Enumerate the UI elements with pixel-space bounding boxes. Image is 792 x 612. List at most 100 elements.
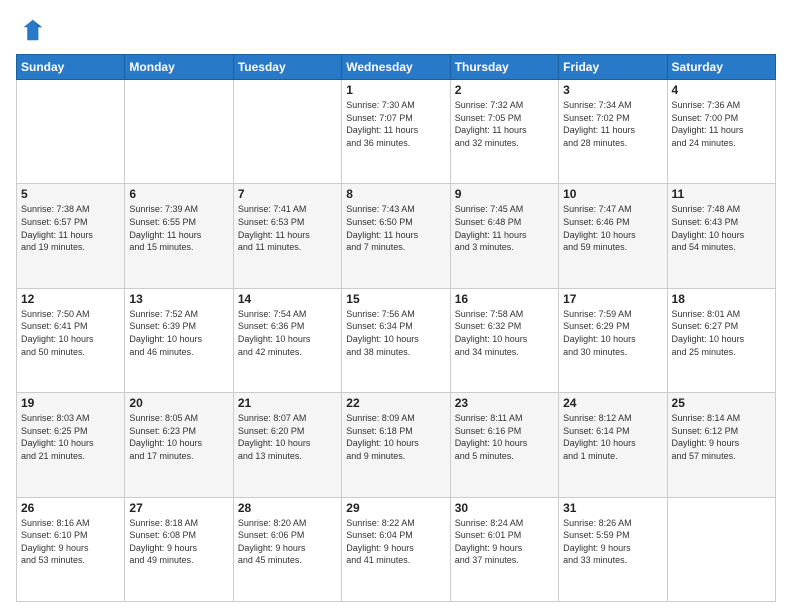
day-number: 31: [563, 501, 662, 515]
day-number: 30: [455, 501, 554, 515]
day-number: 14: [238, 292, 337, 306]
calendar-day-cell: 7Sunrise: 7:41 AM Sunset: 6:53 PM Daylig…: [233, 184, 341, 288]
calendar-day-cell: 23 Sunrise: 8:11 AM Sunset: 6:16 PM Dayli…: [450, 393, 558, 497]
day-info: Sunrise: 8:14 AM Sunset: 6:12 PM Dayligh…: [672, 412, 771, 462]
weekday-header-saturday: Saturday: [667, 55, 775, 80]
calendar-day-cell: 30 Sunrise: 8:24 AM Sunset: 6:01 PM Dayli…: [450, 497, 558, 601]
day-info: Sunrise: 7:36 AM Sunset: 7:00 PM Dayligh…: [672, 99, 771, 149]
calendar-day-cell: 24 Sunrise: 8:12 AM Sunset: 6:14 PM Dayli…: [559, 393, 667, 497]
day-number: 6: [129, 187, 228, 201]
day-info: Sunrise: 8:26 AM Sunset: 5:59 PM Dayligh…: [563, 517, 662, 567]
calendar-day-cell: 12Sunrise: 7:50 AM Sunset: 6:41 PM Dayli…: [17, 288, 125, 392]
weekday-header-wednesday: Wednesday: [342, 55, 450, 80]
calendar-day-cell: 6 Sunrise: 7:39 AM Sunset: 6:55 PM Daylig…: [125, 184, 233, 288]
page-header: [16, 16, 776, 44]
day-info: Sunrise: 7:43 AM Sunset: 6:50 PM Dayligh…: [346, 203, 445, 253]
day-number: 10: [563, 187, 662, 201]
weekday-header-friday: Friday: [559, 55, 667, 80]
calendar-day-cell: 5Sunrise: 7:38 AM Sunset: 6:57 PM Daylig…: [17, 184, 125, 288]
day-number: 11: [672, 187, 771, 201]
empty-cell: [17, 80, 125, 184]
day-info: Sunrise: 8:18 AM Sunset: 6:08 PM Dayligh…: [129, 517, 228, 567]
calendar-day-cell: 26 Sunrise: 8:16 AM Sunset: 6:10 PM Dayli…: [17, 497, 125, 601]
calendar-day-cell: 3 Sunrise: 7:34 AM Sunset: 7:02 PM Daylig…: [559, 80, 667, 184]
calendar-day-cell: 17 Sunrise: 7:59 AM Sunset: 6:29 PM Dayli…: [559, 288, 667, 392]
day-number: 9: [455, 187, 554, 201]
calendar-day-cell: 13 Sunrise: 7:52 AM Sunset: 6:39 PM Dayli…: [125, 288, 233, 392]
day-info: Sunrise: 7:34 AM Sunset: 7:02 PM Dayligh…: [563, 99, 662, 149]
day-number: 29: [346, 501, 445, 515]
day-number: 22: [346, 396, 445, 410]
empty-cell: [667, 497, 775, 601]
logo: [16, 16, 48, 44]
day-number: 13: [129, 292, 228, 306]
calendar-header-row: SundayMondayTuesdayWednesdayThursdayFrid…: [17, 55, 776, 80]
day-info: Sunrise: 7:47 AM Sunset: 6:46 PM Dayligh…: [563, 203, 662, 253]
weekday-header-sunday: Sunday: [17, 55, 125, 80]
calendar-day-cell: 22 Sunrise: 8:09 AM Sunset: 6:18 PM Dayli…: [342, 393, 450, 497]
day-number: 2: [455, 83, 554, 97]
calendar-day-cell: 14 Sunrise: 7:54 AM Sunset: 6:36 PM Dayli…: [233, 288, 341, 392]
calendar-day-cell: 8 Sunrise: 7:43 AM Sunset: 6:50 PM Daylig…: [342, 184, 450, 288]
day-number: 28: [238, 501, 337, 515]
calendar-week-row: 19Sunrise: 8:03 AM Sunset: 6:25 PM Dayli…: [17, 393, 776, 497]
day-number: 1: [346, 83, 445, 97]
day-info: Sunrise: 7:32 AM Sunset: 7:05 PM Dayligh…: [455, 99, 554, 149]
day-info: Sunrise: 7:38 AM Sunset: 6:57 PM Dayligh…: [21, 203, 120, 253]
calendar-week-row: 12Sunrise: 7:50 AM Sunset: 6:41 PM Dayli…: [17, 288, 776, 392]
calendar-day-cell: 25 Sunrise: 8:14 AM Sunset: 6:12 PM Dayli…: [667, 393, 775, 497]
day-number: 25: [672, 396, 771, 410]
day-info: Sunrise: 7:58 AM Sunset: 6:32 PM Dayligh…: [455, 308, 554, 358]
calendar-day-cell: 20Sunrise: 8:05 AM Sunset: 6:23 PM Dayli…: [125, 393, 233, 497]
weekday-header-monday: Monday: [125, 55, 233, 80]
calendar-day-cell: 4 Sunrise: 7:36 AM Sunset: 7:00 PM Daylig…: [667, 80, 775, 184]
calendar-day-cell: 27 Sunrise: 8:18 AM Sunset: 6:08 PM Dayli…: [125, 497, 233, 601]
calendar-day-cell: 28 Sunrise: 8:20 AM Sunset: 6:06 PM Dayli…: [233, 497, 341, 601]
day-number: 15: [346, 292, 445, 306]
day-info: Sunrise: 7:41 AM Sunset: 6:53 PM Dayligh…: [238, 203, 337, 253]
logo-icon: [16, 16, 44, 44]
day-number: 4: [672, 83, 771, 97]
day-info: Sunrise: 8:24 AM Sunset: 6:01 PM Dayligh…: [455, 517, 554, 567]
calendar-table: SundayMondayTuesdayWednesdayThursdayFrid…: [16, 54, 776, 602]
day-info: Sunrise: 8:22 AM Sunset: 6:04 PM Dayligh…: [346, 517, 445, 567]
calendar-week-row: 5Sunrise: 7:38 AM Sunset: 6:57 PM Daylig…: [17, 184, 776, 288]
day-info: Sunrise: 7:56 AM Sunset: 6:34 PM Dayligh…: [346, 308, 445, 358]
day-number: 3: [563, 83, 662, 97]
day-info: Sunrise: 7:59 AM Sunset: 6:29 PM Dayligh…: [563, 308, 662, 358]
day-info: Sunrise: 8:20 AM Sunset: 6:06 PM Dayligh…: [238, 517, 337, 567]
day-info: Sunrise: 7:39 AM Sunset: 6:55 PM Dayligh…: [129, 203, 228, 253]
day-info: Sunrise: 7:54 AM Sunset: 6:36 PM Dayligh…: [238, 308, 337, 358]
calendar-week-row: 26 Sunrise: 8:16 AM Sunset: 6:10 PM Dayli…: [17, 497, 776, 601]
day-info: Sunrise: 8:05 AM Sunset: 6:23 PM Dayligh…: [129, 412, 228, 462]
day-info: Sunrise: 7:52 AM Sunset: 6:39 PM Dayligh…: [129, 308, 228, 358]
day-info: Sunrise: 8:16 AM Sunset: 6:10 PM Dayligh…: [21, 517, 120, 567]
weekday-header-thursday: Thursday: [450, 55, 558, 80]
day-number: 8: [346, 187, 445, 201]
day-number: 17: [563, 292, 662, 306]
calendar-day-cell: 21 Sunrise: 8:07 AM Sunset: 6:20 PM Dayli…: [233, 393, 341, 497]
day-number: 27: [129, 501, 228, 515]
day-info: Sunrise: 8:03 AM Sunset: 6:25 PM Dayligh…: [21, 412, 120, 462]
calendar-week-row: 1Sunrise: 7:30 AM Sunset: 7:07 PM Daylig…: [17, 80, 776, 184]
day-number: 21: [238, 396, 337, 410]
day-info: Sunrise: 8:11 AM Sunset: 6:16 PM Dayligh…: [455, 412, 554, 462]
day-number: 18: [672, 292, 771, 306]
day-info: Sunrise: 8:09 AM Sunset: 6:18 PM Dayligh…: [346, 412, 445, 462]
calendar-day-cell: 16 Sunrise: 7:58 AM Sunset: 6:32 PM Dayli…: [450, 288, 558, 392]
calendar-day-cell: 9 Sunrise: 7:45 AM Sunset: 6:48 PM Daylig…: [450, 184, 558, 288]
day-number: 16: [455, 292, 554, 306]
day-info: Sunrise: 8:01 AM Sunset: 6:27 PM Dayligh…: [672, 308, 771, 358]
day-info: Sunrise: 7:45 AM Sunset: 6:48 PM Dayligh…: [455, 203, 554, 253]
day-info: Sunrise: 8:12 AM Sunset: 6:14 PM Dayligh…: [563, 412, 662, 462]
day-number: 24: [563, 396, 662, 410]
weekday-header-tuesday: Tuesday: [233, 55, 341, 80]
calendar-day-cell: 11Sunrise: 7:48 AM Sunset: 6:43 PM Dayli…: [667, 184, 775, 288]
day-number: 26: [21, 501, 120, 515]
day-info: Sunrise: 8:07 AM Sunset: 6:20 PM Dayligh…: [238, 412, 337, 462]
calendar-day-cell: 29 Sunrise: 8:22 AM Sunset: 6:04 PM Dayli…: [342, 497, 450, 601]
calendar-day-cell: 19Sunrise: 8:03 AM Sunset: 6:25 PM Dayli…: [17, 393, 125, 497]
day-number: 12: [21, 292, 120, 306]
calendar-day-cell: 31 Sunrise: 8:26 AM Sunset: 5:59 PM Dayli…: [559, 497, 667, 601]
day-number: 23: [455, 396, 554, 410]
